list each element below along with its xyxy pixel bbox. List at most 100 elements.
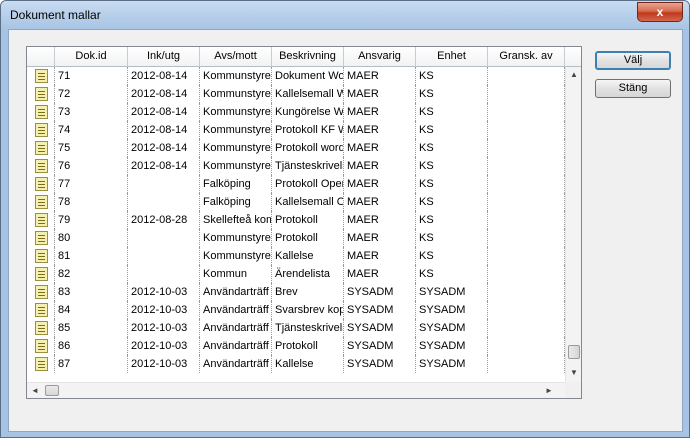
avs-mott-cell: Kommunstyrelsen xyxy=(200,157,272,175)
table-row[interactable]: 80 KommunstyrelsenProtokollMAERKS xyxy=(27,229,565,247)
table-row[interactable]: 762012-08-14KommunstyrelsenTjänsteskrive… xyxy=(27,157,565,175)
column-header-avs-mott[interactable]: Avs/mott xyxy=(200,47,272,67)
enhet-cell: KS xyxy=(416,85,488,103)
row-icon-cell xyxy=(27,85,55,103)
column-header-ink-utg[interactable]: Ink/utg xyxy=(128,47,200,67)
beskrivning-cell: Kallelsemall OpenOffice xyxy=(272,193,344,211)
ansvarig-cell: SYSADM xyxy=(344,301,416,319)
avs-mott-cell: Användarträff xyxy=(200,301,272,319)
ansvarig-cell: MAER xyxy=(344,265,416,283)
horizontal-scrollbar[interactable]: ◄ ► xyxy=(27,382,565,398)
row-icon-cell xyxy=(27,121,55,139)
table-row[interactable]: 792012-08-28Skellefteå kommunProtokollMA… xyxy=(27,211,565,229)
table-row[interactable]: 81 KommunstyrelsenKallelseMAERKS xyxy=(27,247,565,265)
dok-id-cell: 78 xyxy=(55,193,128,211)
table-row[interactable]: 78 FalköpingKallelsemall OpenOfficeMAERKS xyxy=(27,193,565,211)
ink-utg-cell: 2012-08-14 xyxy=(128,85,200,103)
dok-id-cell: 76 xyxy=(55,157,128,175)
ansvarig-cell: MAER xyxy=(344,139,416,157)
document-icon xyxy=(35,141,48,155)
row-icon-cell xyxy=(27,211,55,229)
avs-mott-cell: Användarträff xyxy=(200,337,272,355)
dok-id-cell: 72 xyxy=(55,85,128,103)
table-row[interactable]: 85 2012-10-03 Användarträff Tjänsteskrivel s… xyxy=(27,319,565,337)
close-button[interactable]: Stäng xyxy=(595,79,671,98)
ink-utg-cell: 2012-10-03 xyxy=(128,355,200,373)
gransk-av-cell xyxy=(488,319,565,337)
table-row[interactable]: 732012-08-14KommunstyrelsenKungörelse Wo… xyxy=(27,103,565,121)
table-row[interactable]: 77 FalköpingProtokoll OpenOfficeMAERKS xyxy=(27,175,565,193)
dok-id-cell: 83 xyxy=(55,283,128,301)
dok-id-cell: 86 xyxy=(55,337,128,355)
document-icon xyxy=(35,177,48,191)
avs-mott-cell: Kommunstyrelsen xyxy=(200,85,272,103)
document-icon xyxy=(35,357,48,371)
vertical-scrollbar[interactable]: ▲ ▼ xyxy=(565,67,581,382)
ansvarig-cell: SYSADM xyxy=(344,283,416,301)
enhet-cell: KS xyxy=(416,157,488,175)
dok-id-cell: 87 xyxy=(55,355,128,373)
column-header-ansvarig[interactable]: Ansvarig xyxy=(344,47,416,67)
ink-utg-cell: 2012-08-14 xyxy=(128,67,200,85)
select-button[interactable]: Välj xyxy=(595,51,671,70)
gransk-av-cell xyxy=(488,301,565,319)
table-row[interactable]: 742012-08-14KommunstyrelsenProtokoll KF … xyxy=(27,121,565,139)
close-window-button[interactable]: x xyxy=(637,2,683,22)
close-icon: x xyxy=(656,5,664,19)
gransk-av-cell xyxy=(488,283,565,301)
gransk-av-cell xyxy=(488,211,565,229)
table-row[interactable]: 722012-08-14KommunstyrelsenKallelsemall … xyxy=(27,85,565,103)
row-icon-cell xyxy=(27,139,55,157)
avs-mott-cell: Skellefteå kommun xyxy=(200,211,272,229)
dok-id-cell: 85 xyxy=(55,319,128,337)
column-header-enhet[interactable]: Enhet xyxy=(416,47,488,67)
avs-mott-cell: Användarträff xyxy=(200,319,272,337)
horizontal-scroll-thumb[interactable] xyxy=(45,385,59,396)
dialog-client-area: Dok.id Ink/utg Avs/mott Beskrivning Ansv… xyxy=(8,29,683,432)
enhet-cell: KS xyxy=(416,193,488,211)
document-icon xyxy=(35,321,48,335)
table-row[interactable]: 842012-10-03AnvändarträffSvarsbrev kopia… xyxy=(27,301,565,319)
window-title: Dokument mallar xyxy=(10,8,101,22)
ink-utg-cell: 2012-08-28 xyxy=(128,211,200,229)
table-row[interactable]: 712012-08-14KommunstyrelsenDokument Word… xyxy=(27,67,565,85)
document-icon xyxy=(35,69,48,83)
template-table: Dok.id Ink/utg Avs/mott Beskrivning Ansv… xyxy=(26,46,582,399)
avs-mott-cell: Kommunstyrelsen xyxy=(200,229,272,247)
ink-utg-cell xyxy=(128,175,200,193)
avs-mott-cell: Kommunstyrelsen xyxy=(200,139,272,157)
table-row[interactable]: 83 2012-10-03 Användarträff Brev SYSADM SYSAD… xyxy=(27,283,565,301)
column-header-gransk-av[interactable]: Gransk. av xyxy=(488,47,565,67)
enhet-cell: KS xyxy=(416,211,488,229)
table-row[interactable]: 86 2012-10-03 Användarträff Protokoll SYSADM… xyxy=(27,337,565,355)
table-row[interactable]: 82 Kommun Ärendelista MAER KS xyxy=(27,265,565,283)
enhet-cell: SYSADM xyxy=(416,283,488,301)
enhet-cell: KS xyxy=(416,121,488,139)
avs-mott-cell: Användarträff xyxy=(200,283,272,301)
dialog-window: Dokument mallar x Dok.id Ink/utg Avs/mot… xyxy=(0,0,690,438)
row-icon-cell xyxy=(27,229,55,247)
scroll-left-icon[interactable]: ◄ xyxy=(27,383,43,398)
beskrivning-cell: Tjänsteskrivelse xyxy=(272,157,344,175)
column-header-beskrivning[interactable]: Beskrivning xyxy=(272,47,344,67)
enhet-cell: SYSADM xyxy=(416,301,488,319)
enhet-cell: KS xyxy=(416,247,488,265)
gransk-av-cell xyxy=(488,139,565,157)
beskrivning-cell: Protokoll word xyxy=(272,139,344,157)
row-icon-cell xyxy=(27,175,55,193)
scroll-right-icon[interactable]: ► xyxy=(541,383,557,398)
vertical-scroll-thumb[interactable] xyxy=(568,345,580,359)
scroll-down-icon[interactable]: ▼ xyxy=(566,365,581,381)
gransk-av-cell xyxy=(488,193,565,211)
ansvarig-cell: MAER xyxy=(344,247,416,265)
enhet-cell: KS xyxy=(416,175,488,193)
table-row[interactable]: 87 2012-10-03 Användarträff Kallelse SYSADM S… xyxy=(27,355,565,373)
table-row[interactable]: 752012-08-14KommunstyrelsenProtokoll wor… xyxy=(27,139,565,157)
avs-mott-cell: Falköping xyxy=(200,193,272,211)
scroll-up-icon[interactable]: ▲ xyxy=(566,67,581,83)
beskrivning-cell: Protokoll KF Word xyxy=(272,121,344,139)
row-icon-cell xyxy=(27,355,55,373)
ink-utg-cell xyxy=(128,193,200,211)
column-header-dok-id[interactable]: Dok.id xyxy=(55,47,128,67)
column-header-icon[interactable] xyxy=(27,47,55,67)
